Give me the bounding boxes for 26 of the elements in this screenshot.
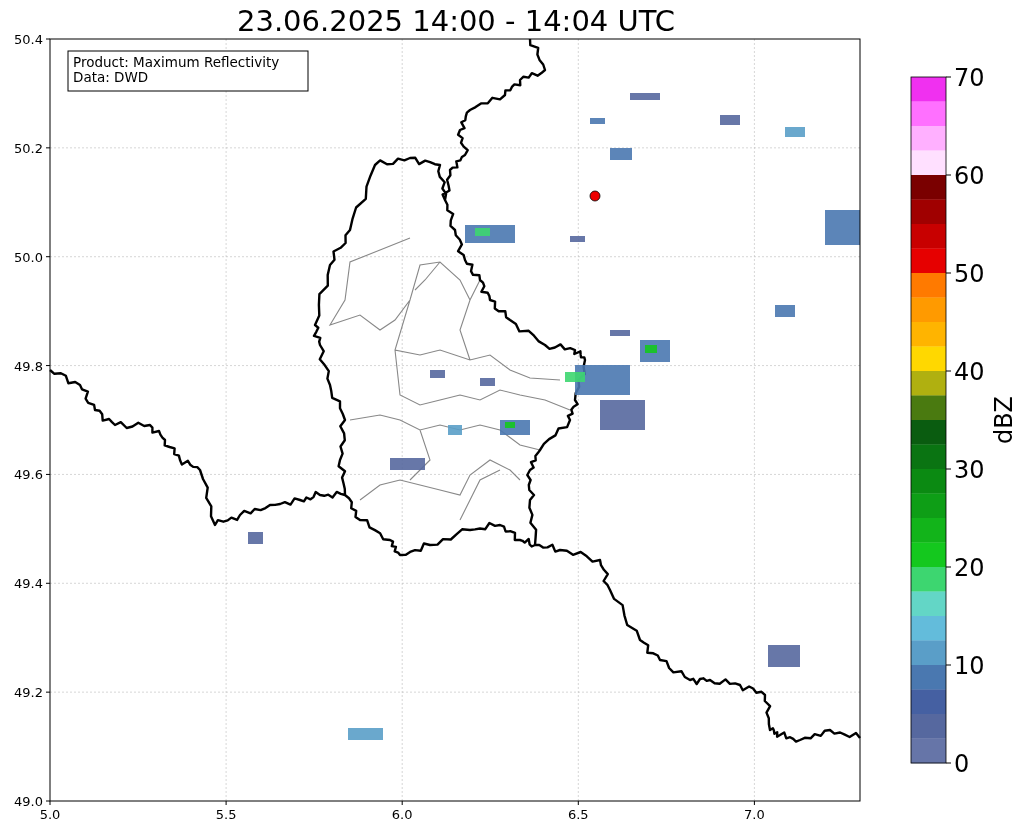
x-tick-label: 5.5	[215, 807, 237, 822]
y-tick-label: 49.4	[14, 576, 43, 592]
x-tick-label: 6.5	[567, 807, 589, 822]
colorbar-label: dBZ	[990, 395, 1018, 445]
y-tick-label: 50.4	[14, 32, 43, 47]
colorbar-tick-label: 40	[954, 358, 985, 386]
y-tick-label: 49.6	[14, 467, 43, 483]
colorbar-tick-label: 30	[954, 456, 985, 484]
legend-text: Product: Maximum Reflectivity	[73, 54, 280, 70]
location-dot	[589, 190, 601, 202]
colorbar-tick-label: 10	[954, 652, 985, 680]
chart-title: 23.06.2025 14:00 - 14:04 UTC	[237, 4, 675, 38]
x-tick-label: 7.0	[744, 807, 765, 822]
colorbar-tick-label: 0	[954, 750, 970, 778]
legend-text: Data: DWD	[73, 69, 149, 85]
y-tick-label: 49.0	[14, 794, 43, 809]
y-tick-label: 49.8	[14, 358, 43, 374]
y-tick-label: 50.2	[14, 140, 43, 156]
colorbar-tick-label: 60	[954, 162, 985, 190]
x-tick-label: 5.0	[39, 807, 61, 822]
y-tick-label: 49.2	[14, 685, 43, 701]
y-tick-label: 50.0	[14, 249, 43, 265]
colorbar-tick-label: 70	[954, 64, 985, 92]
x-tick-label: 6.0	[391, 807, 413, 822]
colorbar-tick-label: 20	[954, 554, 985, 582]
colorbar-tick-label: 50	[954, 260, 985, 288]
